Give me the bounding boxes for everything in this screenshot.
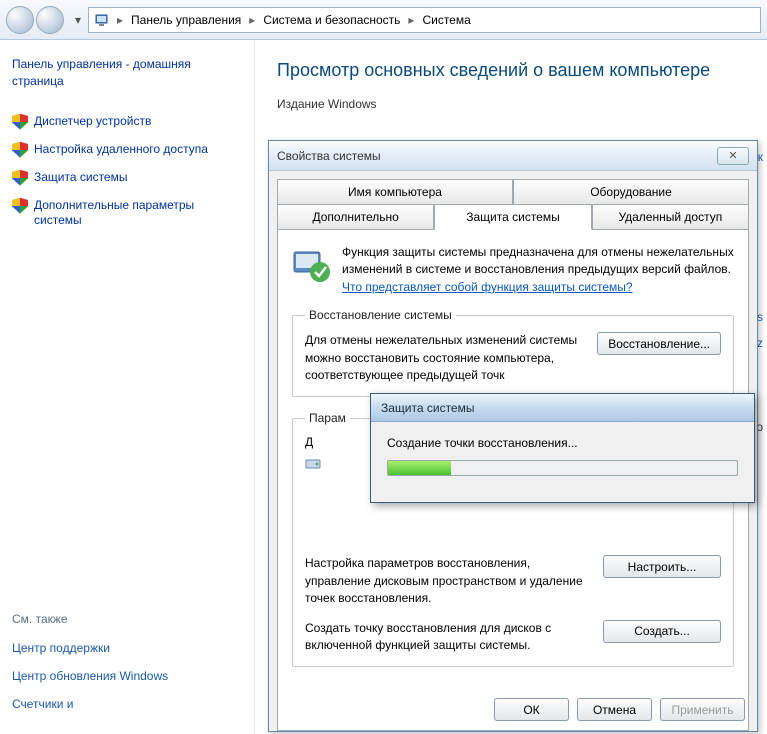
windows-edition-label: Издание Windows xyxy=(277,97,745,111)
shield-icon xyxy=(12,114,28,130)
sidebar: Панель управления - домашняя страница Ди… xyxy=(0,40,255,734)
see-also-heading: См. также xyxy=(12,612,242,626)
tab-system-protection[interactable]: Защита системы xyxy=(434,204,591,230)
crumb-1[interactable]: Панель управления xyxy=(129,13,243,27)
system-restore-group: Восстановление системы Для отмены нежела… xyxy=(292,308,734,397)
shield-icon xyxy=(12,142,28,158)
see-also-counters[interactable]: Счетчики и xyxy=(12,690,242,718)
page-title: Просмотр основных сведений о вашем компь… xyxy=(277,60,745,81)
tab-hardware[interactable]: Оборудование xyxy=(513,179,749,204)
create-restore-point-button[interactable]: Создать... xyxy=(603,620,721,643)
sidebar-item-remote-settings[interactable]: Настройка удаленного доступа xyxy=(12,136,242,164)
protection-icon xyxy=(292,244,332,284)
sidebar-item-advanced-settings[interactable]: Дополнительные параметры системы xyxy=(12,192,242,235)
nav-forward-button[interactable] xyxy=(36,6,64,34)
shield-icon xyxy=(12,170,28,186)
progress-bar xyxy=(387,460,738,476)
system-restore-legend: Восстановление системы xyxy=(305,308,456,322)
dialog-titlebar[interactable]: Свойства системы ✕ xyxy=(269,141,757,171)
drive-icon xyxy=(305,455,321,471)
address-bar: ▾ ▸ Панель управления ▸ Система и безопа… xyxy=(0,0,767,40)
nav-back-button[interactable] xyxy=(6,6,34,34)
close-button[interactable]: ✕ xyxy=(717,147,749,165)
control-panel-home-link[interactable]: Панель управления - домашняя страница xyxy=(12,56,242,90)
protection-settings-legend: Парам xyxy=(305,411,350,425)
progress-title: Защита системы xyxy=(381,401,474,415)
tab-advanced[interactable]: Дополнительно xyxy=(277,204,434,230)
progress-titlebar[interactable]: Защита системы xyxy=(371,394,754,422)
progress-dialog: Защита системы Создание точки восстановл… xyxy=(370,393,755,503)
see-also-action-center[interactable]: Центр поддержки xyxy=(12,634,242,662)
nav-dropdown-icon[interactable]: ▾ xyxy=(72,5,84,35)
crumb-3[interactable]: Система xyxy=(420,13,472,27)
apply-button: Применить xyxy=(660,698,745,721)
configure-description: Настройка параметров восстановления, упр… xyxy=(305,555,593,607)
sidebar-item-device-manager[interactable]: Диспетчер устройств xyxy=(12,108,242,136)
what-is-protection-link[interactable]: Что представляет собой функция защиты си… xyxy=(342,280,633,294)
ok-button[interactable]: ОК xyxy=(494,698,569,721)
create-description: Создать точку восстановления для дисков … xyxy=(305,620,593,655)
see-also-windows-update[interactable]: Центр обновления Windows xyxy=(12,662,242,690)
sidebar-item-system-protection[interactable]: Защита системы xyxy=(12,164,242,192)
cancel-button[interactable]: Отмена xyxy=(577,698,652,721)
dialog-title: Свойства системы xyxy=(277,149,381,163)
progress-message: Создание точки восстановления... xyxy=(387,436,738,450)
protection-description: Функция защиты системы предназначена для… xyxy=(342,244,734,296)
crumb-2[interactable]: Система и безопасность xyxy=(261,13,402,27)
system-icon xyxy=(95,12,111,28)
tab-computer-name[interactable]: Имя компьютера xyxy=(277,179,513,204)
breadcrumb[interactable]: ▸ Панель управления ▸ Система и безопасн… xyxy=(88,7,761,33)
shield-icon xyxy=(12,198,28,214)
configure-button[interactable]: Настроить... xyxy=(603,555,721,578)
tab-remote-access[interactable]: Удаленный доступ xyxy=(592,204,749,230)
restore-description: Для отмены нежелательных изменений систе… xyxy=(305,332,587,384)
system-restore-button[interactable]: Восстановление... xyxy=(597,332,721,355)
